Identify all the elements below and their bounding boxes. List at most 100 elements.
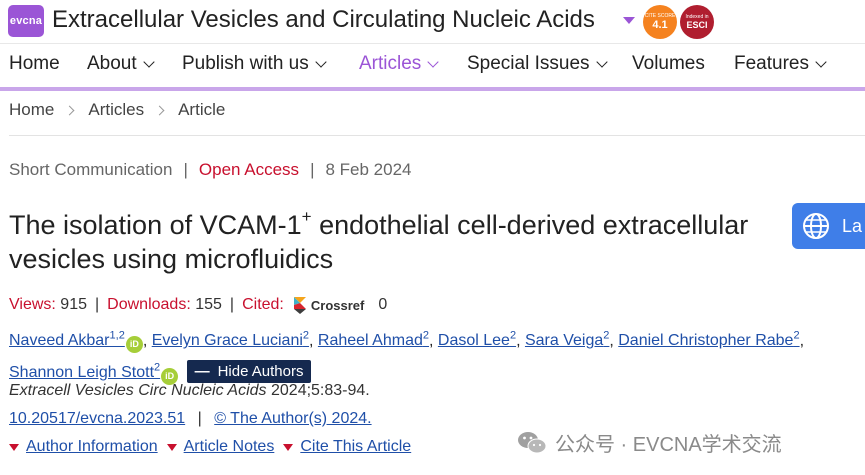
journal-logo[interactable]: evcna [8,5,44,37]
nav-home-label: Home [9,53,60,74]
citation-volume: 2024;5:83-94. [266,382,370,399]
breadcrumb: Home Articles Article [9,100,225,120]
author-link[interactable]: Raheel Ahmad2 [317,330,429,350]
chevron-right-icon [64,105,75,115]
author-affiliation: 2 [302,330,310,342]
chevron-down-icon [595,55,608,68]
article-info-toggles: Author Information Article Notes Cite Th… [9,438,420,456]
article-meta: Short Communication | Open Access | 8 Fe… [9,160,412,180]
author-link[interactable]: Evelyn Grace Luciani2 [151,330,310,350]
breadcrumb-divider [9,135,865,136]
crossref-logo-icon [293,297,306,314]
views-count: 915 [60,296,87,313]
author-affiliation: 2 [793,330,800,342]
article-title: The isolation of VCAM-1+ endothelial cel… [9,208,789,276]
breadcrumb-articles[interactable]: Articles [88,100,144,120]
chevron-down-icon [315,55,327,68]
journal-switch-caret-icon[interactable] [623,17,635,24]
open-access-label: Open Access [198,160,300,179]
author-information-label: Author Information [26,438,158,455]
nav-about-label: About [87,53,137,74]
breadcrumb-home[interactable]: Home [9,100,54,120]
article-stats: Views: 915 | Downloads: 155 | Cited: Cro… [9,295,387,315]
main-nav: Home About Publish with us Articles Spec… [0,43,865,87]
author-link[interactable]: Daniel Christopher Rabe2 [618,330,800,350]
author-name: Sara Veiga [524,332,604,350]
author-link[interactable]: Naveed Akbar1,2 [9,330,125,350]
author-name: Dasol Lee [437,332,510,350]
citescore-badge-value: 4.1 [652,18,668,31]
article-notes-toggle[interactable]: Article Notes [166,438,275,456]
author-name: Evelyn Grace Luciani [151,332,303,350]
nav-divider [0,87,865,91]
doi-link[interactable]: 10.20517/evcna.2023.51 [9,410,185,427]
globe-icon [803,213,829,239]
journal-header: evcna Extracellular Vesicles and Circula… [0,0,865,42]
separator: | [229,296,235,313]
author-name: Raheel Ahmad [317,332,423,350]
crossref-link[interactable]: Crossref [292,295,364,315]
article-title-part1: The isolation of VCAM-1 [9,210,302,240]
nav-about[interactable]: About [87,53,155,75]
author-information-toggle[interactable]: Author Information [9,438,158,456]
author-name: Shannon Leigh Stott [9,363,155,381]
chevron-right-icon [154,105,165,115]
nav-features[interactable]: Features [734,53,827,75]
caret-down-icon [9,443,19,451]
nav-publish-label: Publish with us [182,53,309,74]
separator: | [310,160,315,179]
caret-down-icon [283,443,294,451]
language-button[interactable]: La [792,203,865,249]
crossref-label: Crossref [310,297,365,313]
citation-journal: Extracell Vesicles Circ Nucleic Acids [9,382,267,399]
nav-volumes-label: Volumes [632,53,705,74]
breadcrumb-current: Article [178,100,226,119]
views-label: Views: [9,296,56,313]
article-notes-label: Article Notes [183,438,275,455]
cite-this-article-label: Cite This Article [300,438,412,455]
author-link[interactable]: Shannon Leigh Stott2 [9,361,161,381]
nav-features-label: Features [734,53,809,74]
doi-line: 10.20517/evcna.2023.51 | © The Author(s)… [9,410,372,428]
nav-articles[interactable]: Articles [359,53,439,75]
author-name: Naveed Akbar [9,332,110,350]
license-link[interactable]: © The Author(s) 2024. [214,410,371,427]
journal-title[interactable]: Extracellular Vesicles and Circulating N… [52,6,595,34]
chevron-down-icon [815,55,827,68]
nav-articles-label: Articles [359,53,422,74]
author-name: Daniel Christopher Rabe [618,332,794,350]
author-link[interactable]: Dasol Lee2 [437,330,517,350]
nav-volumes[interactable]: Volumes [632,53,705,75]
cited-count: 0 [378,296,388,313]
author-list: Naveed Akbar1,2iD, Evelyn Grace Luciani2… [9,323,865,386]
caret-down-icon [166,443,177,451]
citation-line: Extracell Vesicles Circ Nucleic Acids 20… [9,382,370,400]
minus-icon: — [194,362,210,380]
citescore-badge[interactable]: CITE SCORE 4.1 [643,5,677,39]
downloads-label: Downloads: [107,296,191,313]
chevron-down-icon [427,55,439,68]
author-affiliation: 1,2 [109,330,125,342]
nav-special-issues[interactable]: Special Issues [467,53,608,75]
hide-authors-button[interactable]: — Hide Authors [186,359,312,383]
nav-special-issues-label: Special Issues [467,53,590,74]
orcid-icon[interactable]: iD [125,336,143,354]
wechat-watermark: 公众号 · EVCNA学术交流 [517,428,782,457]
separator: | [95,296,100,313]
nav-publish[interactable]: Publish with us [182,53,327,75]
author-link[interactable]: Sara Veiga2 [524,330,610,350]
author-affiliation: 2 [422,330,429,342]
publish-date: 8 Feb 2024 [325,160,412,179]
wechat-icon [518,431,547,453]
author-affiliation: 2 [603,330,610,342]
cite-this-article-toggle[interactable]: Cite This Article [283,438,411,456]
author-affiliation: 2 [154,361,161,374]
separator: | [197,410,202,427]
nav-home[interactable]: Home [9,53,60,75]
esci-badge[interactable]: Indexed in ESCI [680,5,714,39]
hide-authors-label: Hide Authors [217,362,304,380]
article-title-sup: + [301,207,312,226]
cited-label: Cited: [242,296,284,313]
language-button-label: La [842,215,863,236]
author-affiliation: 2 [509,330,517,342]
